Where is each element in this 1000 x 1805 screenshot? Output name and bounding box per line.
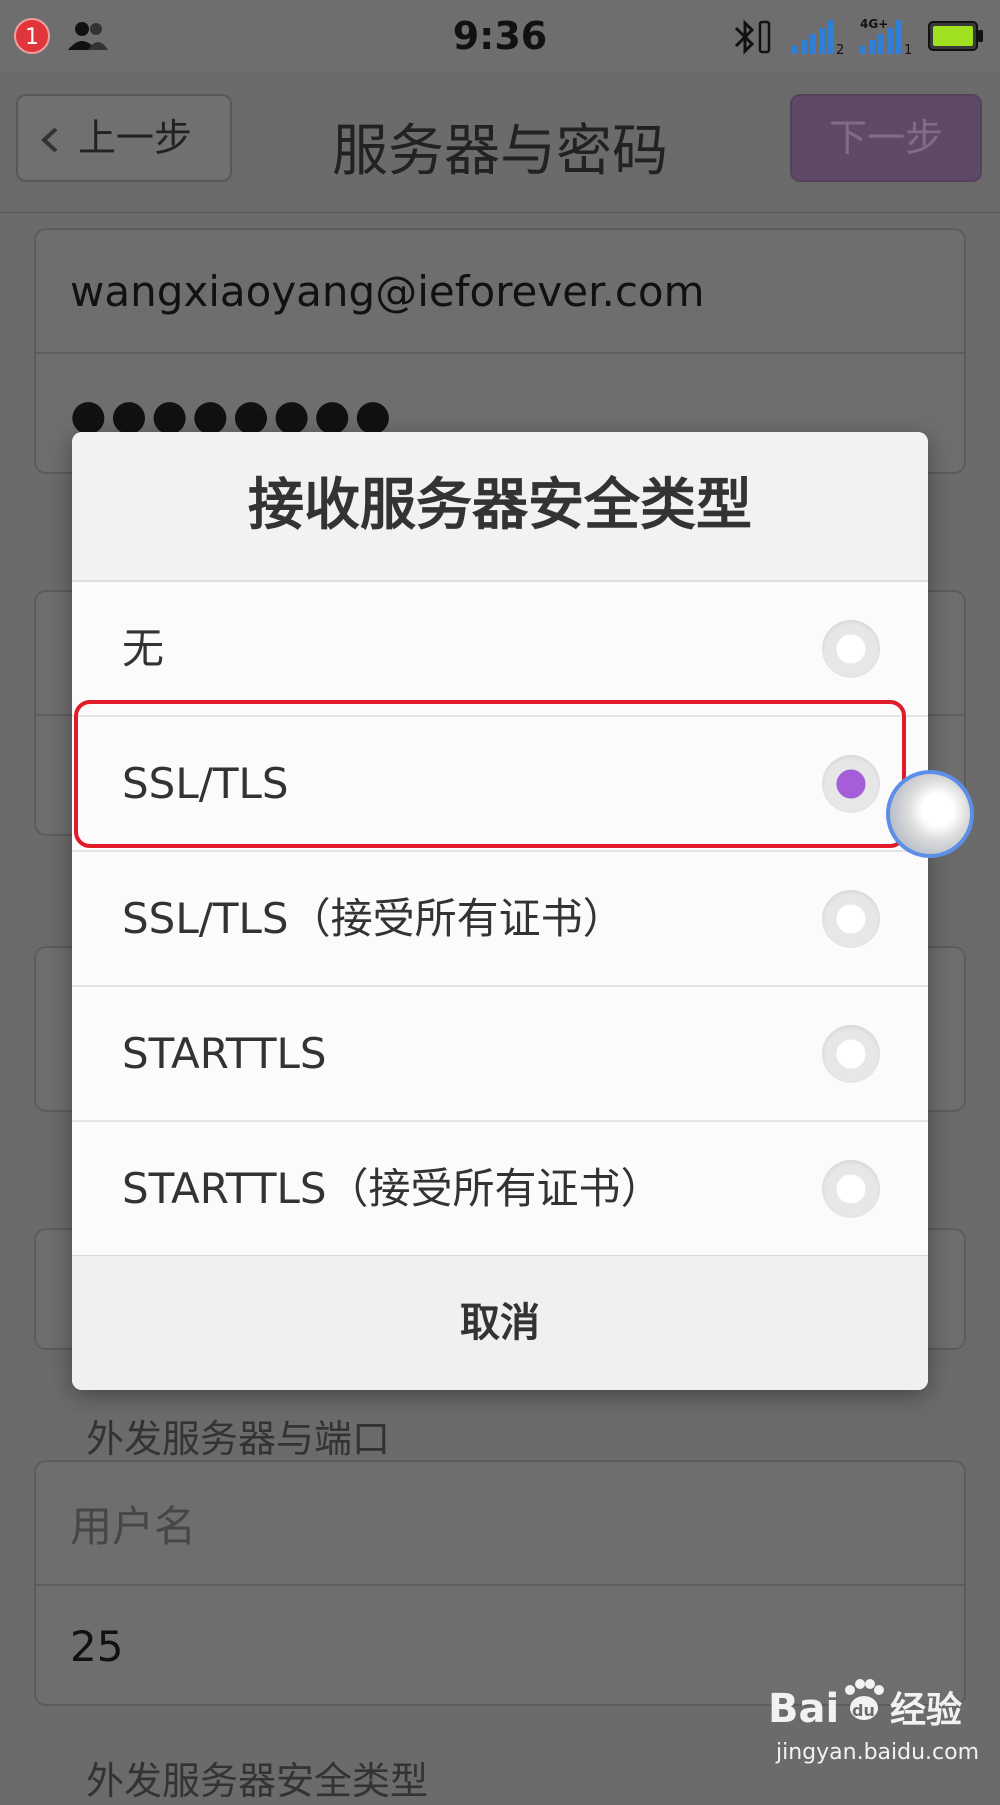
bluetooth-icon: [734, 19, 771, 55]
sim2-label: 1: [904, 43, 912, 56]
watermark-url: jingyan.baidu.com: [776, 1740, 980, 1765]
option-label: 无: [122, 624, 165, 673]
nav-bar: 上一步 服务器与密码 下一步: [0, 72, 1000, 213]
email-field[interactable]: wangxiaoyang@ieforever.com: [36, 230, 964, 352]
signal-icon: 2: [792, 20, 844, 56]
radio-unchecked-icon[interactable]: [822, 620, 880, 678]
status-time: 9:36: [452, 14, 548, 58]
option-label: SSL/TLS（接受所有证书）: [122, 894, 625, 943]
status-bar: 1 9:36 2 4G+ 1: [0, 0, 1000, 72]
cancel-button[interactable]: 取消: [72, 1256, 928, 1390]
sim1-label: 2: [836, 43, 844, 56]
watermark-bai: Bai: [768, 1686, 839, 1732]
floating-assistant-icon[interactable]: [886, 770, 974, 858]
radio-unchecked-icon[interactable]: [822, 1160, 880, 1218]
option-label: STARTTLS（接受所有证书）: [122, 1164, 663, 1213]
option-label: STARTTLS: [122, 1029, 327, 1078]
signal-icon: 4G+ 1: [860, 17, 912, 56]
radio-unchecked-icon[interactable]: [822, 890, 880, 948]
dialog-title: 接收服务器安全类型: [72, 432, 928, 582]
username-field[interactable]: 用户名: [36, 1462, 964, 1584]
outgoing-section-label: 外发服务器与端口: [86, 1417, 391, 1461]
security-type-dialog: 接收服务器安全类型 无 SSL/TLS SSL/TLS（接受所有证书） STAR…: [72, 432, 928, 1390]
watermark-suffix: 经验: [890, 1690, 962, 1731]
option-ssl-tls-accept-all[interactable]: SSL/TLS（接受所有证书）: [72, 852, 928, 987]
next-button[interactable]: 下一步: [790, 94, 982, 182]
option-none[interactable]: 无: [72, 582, 928, 717]
option-starttls[interactable]: STARTTLS: [72, 987, 928, 1122]
radio-unchecked-icon[interactable]: [822, 1025, 880, 1083]
option-starttls-accept-all[interactable]: STARTTLS（接受所有证书）: [72, 1122, 928, 1257]
network-type-label: 4G+: [860, 17, 888, 31]
watermark-du: du: [852, 1701, 875, 1720]
battery-icon: [928, 21, 983, 51]
annotation-highlight: [74, 700, 906, 848]
